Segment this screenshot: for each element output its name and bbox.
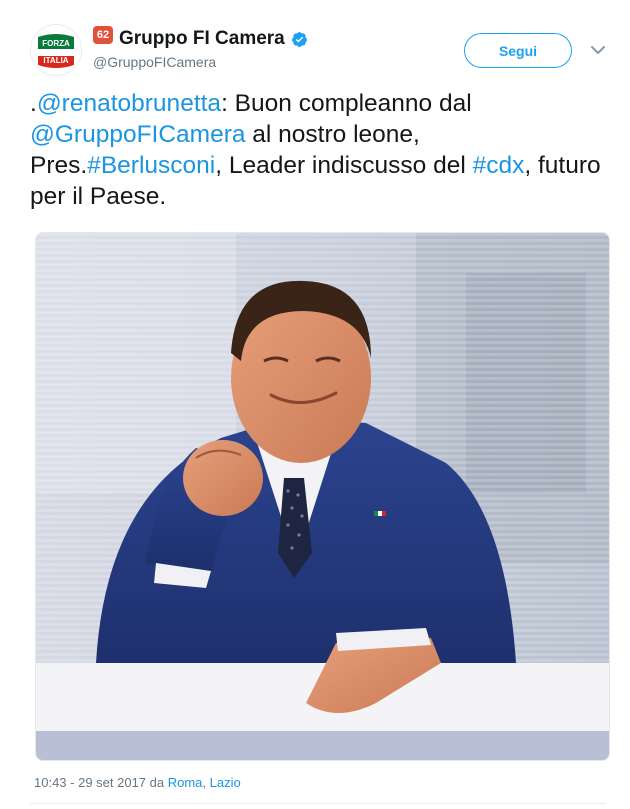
- tweet-photo[interactable]: [35, 232, 610, 761]
- tweet-timestamp[interactable]: 10:43 - 29 set 2017: [34, 775, 146, 790]
- forza-italia-logo: FORZA ITALIA: [31, 25, 81, 75]
- tweet-meta: 10:43 - 29 set 2017 da Roma, Lazio: [34, 775, 241, 790]
- display-name[interactable]: Gruppo FI Camera: [119, 28, 285, 50]
- hashtag-cdx[interactable]: #cdx: [473, 152, 525, 179]
- tweet-prefix: .: [30, 90, 37, 117]
- mention-renatobrunetta[interactable]: @renatobrunetta: [37, 90, 221, 117]
- divider: [30, 803, 606, 804]
- photo-image: [36, 233, 609, 760]
- hashtag-berlusconi[interactable]: #Berlusconi: [87, 152, 215, 179]
- tweet-text: .@renatobrunetta: Buon compleanno dal @G…: [30, 88, 605, 212]
- place-lazio-link[interactable]: Lazio: [210, 775, 241, 790]
- account-name-row[interactable]: 62 Gruppo FI Camera: [93, 26, 308, 50]
- tweet-text-3: , Leader indiscusso del: [215, 152, 473, 179]
- verified-badge-icon: [291, 31, 307, 47]
- svg-text:FORZA: FORZA: [42, 39, 70, 48]
- tweet-text-1: : Buon compleanno dal: [221, 90, 472, 117]
- meta-separator: ,: [202, 775, 210, 790]
- svg-text:ITALIA: ITALIA: [43, 56, 68, 65]
- grade-badge: 62: [93, 26, 113, 44]
- meta-via: da: [146, 775, 168, 790]
- account-handle[interactable]: @GruppoFICamera: [93, 54, 216, 70]
- follow-button[interactable]: Segui: [464, 33, 572, 68]
- place-roma-link[interactable]: Roma: [168, 775, 203, 790]
- mention-gruppoficamera[interactable]: @GruppoFICamera: [30, 121, 246, 148]
- account-avatar[interactable]: FORZA ITALIA: [30, 24, 82, 76]
- chevron-down-icon[interactable]: [590, 44, 606, 56]
